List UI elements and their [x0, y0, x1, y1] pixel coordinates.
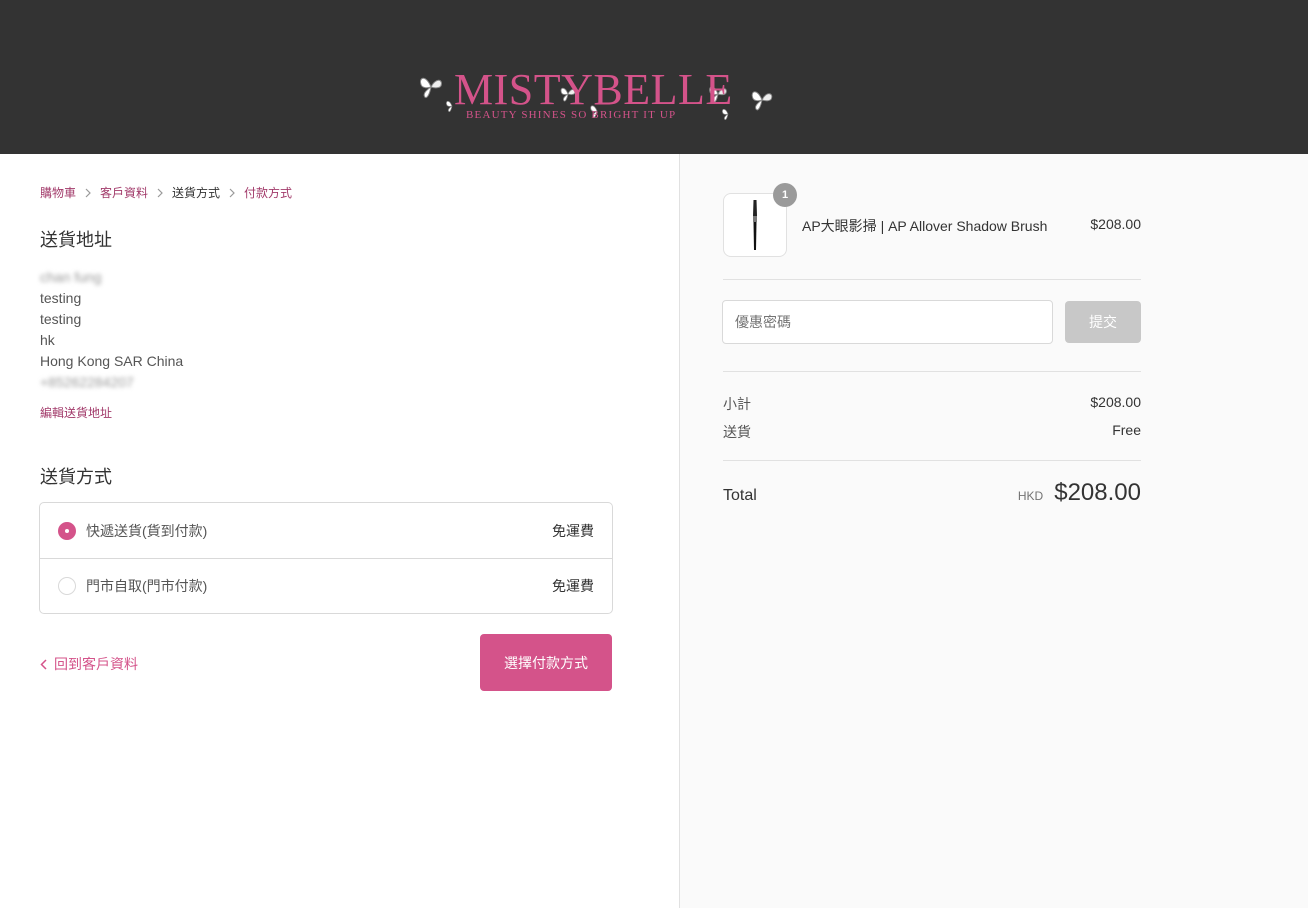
breadcrumb-customer-info[interactable]: 客戶資料	[100, 184, 148, 201]
shipping-option-pickup[interactable]: 門市自取(門市付款) 免運費	[40, 558, 612, 613]
breadcrumb-shipping-method: 送貨方式	[172, 186, 221, 200]
shipping-option-price: 免運費	[552, 522, 594, 539]
shipping-option-label: 門市自取(門市付款)	[86, 578, 208, 594]
divider	[723, 460, 1141, 461]
radio-button[interactable]	[58, 577, 76, 595]
mistybelle-logo[interactable]: MISTYBELLE BEAUTY SHINES SO BRIGHT IT UP	[414, 66, 776, 126]
logo-wordmark: MISTYBELLE	[454, 65, 733, 114]
breadcrumb: 購物車 客戶資料 送貨方式 付款方式	[40, 184, 292, 201]
logo-tagline: BEAUTY SHINES SO BRIGHT IT UP	[466, 109, 677, 121]
divider	[723, 279, 1141, 280]
radio-button-selected[interactable]	[58, 521, 76, 540]
address-line: hk	[40, 332, 55, 348]
shipping-option-label: 快遞送貨(貨到付款)	[86, 522, 208, 539]
quantity-badge: 1	[773, 183, 797, 207]
shipping-row: 送貨 Free	[723, 422, 1141, 442]
address-line: testing	[40, 311, 82, 327]
total-amount-group: HKD $208.00	[1018, 479, 1141, 507]
address-line: testing	[40, 290, 82, 306]
back-link-label: 回到客戶資料	[54, 656, 138, 672]
subtotal-value: $208.00	[1090, 394, 1141, 410]
cart-product: 1 AP大眼影掃 | AP Allover Shadow Brush $208.…	[723, 183, 1141, 257]
total-amount: $208.00	[1054, 479, 1141, 506]
breadcrumb-payment-method[interactable]: 付款方式	[244, 184, 292, 201]
chevron-left-icon	[40, 658, 47, 670]
total-label: Total	[723, 487, 757, 504]
shipping-option-price: 免運費	[552, 578, 594, 594]
chevron-right-icon	[229, 188, 235, 198]
product-price: $208.00	[1090, 216, 1141, 232]
divider	[723, 371, 1141, 372]
discount-code-input[interactable]	[722, 300, 1053, 344]
shipping-method-list: 快遞送貨(貨到付款) 免運費 門市自取(門市付款) 免運費	[39, 502, 613, 614]
total-row: Total HKD $208.00	[723, 479, 1141, 507]
butterfly-icon	[420, 77, 442, 99]
shipping-value: Free	[1112, 422, 1141, 438]
shipping-method-title: 送貨方式	[40, 467, 112, 487]
back-to-customer-info-link[interactable]: 回到客戶資料	[40, 654, 138, 674]
site-header: MISTYBELLE BEAUTY SHINES SO BRIGHT IT UP	[0, 0, 1308, 154]
butterfly-icon	[751, 91, 773, 111]
currency-code: HKD	[1017, 489, 1044, 503]
shipping-address: chan fung testing testing hk Hong Kong S…	[40, 267, 183, 393]
checkout-main: 購物車 客戶資料 送貨方式 付款方式 送貨地址 chan fung testin…	[0, 154, 679, 908]
chevron-right-icon	[85, 188, 91, 198]
shipping-address-title: 送貨地址	[40, 230, 112, 250]
breadcrumb-cart[interactable]: 購物車	[40, 184, 76, 201]
address-country: Hong Kong SAR China	[40, 353, 184, 369]
product-name: AP大眼影掃 | AP Allover Shadow Brush	[802, 218, 1048, 234]
subtotal-row: 小計 $208.00	[723, 394, 1141, 414]
continue-to-payment-button[interactable]: 選擇付款方式	[480, 634, 612, 691]
shipping-label: 送貨	[723, 424, 751, 440]
order-summary: 1 AP大眼影掃 | AP Allover Shadow Brush $208.…	[679, 154, 1308, 908]
subtotal-label: 小計	[723, 396, 751, 412]
chevron-right-icon	[157, 188, 163, 198]
address-name: chan fung	[40, 269, 102, 285]
apply-discount-button[interactable]: 提交	[1065, 301, 1141, 343]
edit-address-link[interactable]: 編輯送貨地址	[40, 404, 112, 421]
shipping-option-express[interactable]: 快遞送貨(貨到付款) 免運費	[40, 503, 612, 558]
address-phone: +85262284207	[40, 374, 134, 390]
